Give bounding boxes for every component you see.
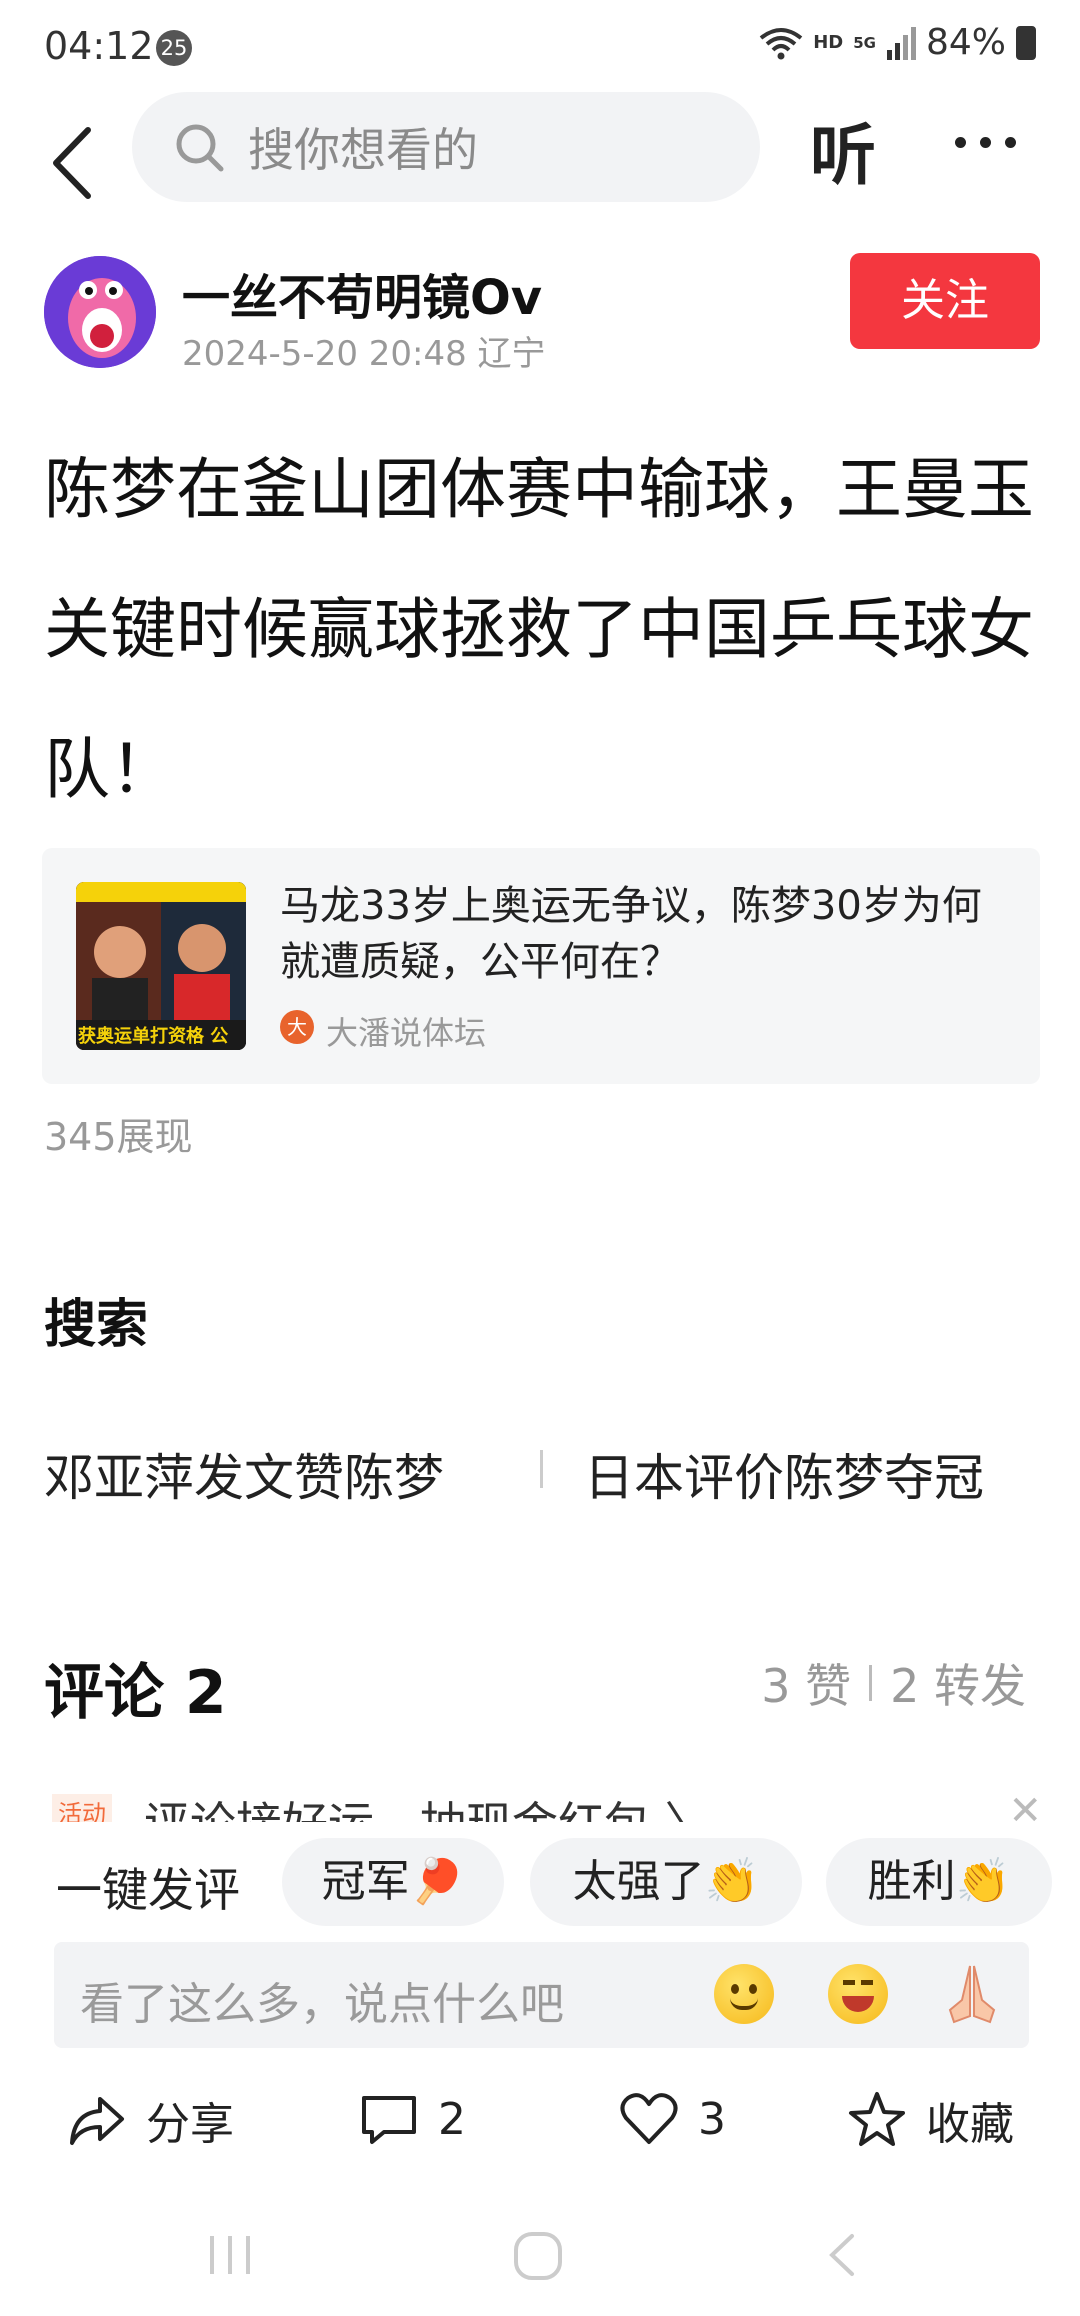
likes-stat[interactable]: 3 赞 (761, 1650, 851, 1716)
search-placeholder: 搜你想看的 (248, 123, 478, 177)
network-indicator: 5G (853, 33, 876, 52)
laugh-emoji-icon[interactable] (828, 1964, 888, 2024)
card-thumbnail: 获奥运单打资格 公 (76, 882, 246, 1050)
thumbnail-caption: 获奥运单打资格 公 (78, 1026, 229, 1047)
share-button[interactable]: 分享 (66, 2088, 234, 2152)
comment-button[interactable]: 2 (358, 2088, 466, 2150)
card-source: 大潘说体坛 (326, 1014, 487, 1052)
favorite-label: 收藏 (926, 2099, 1014, 2150)
pray-emoji-icon[interactable] (940, 1960, 1004, 2026)
more-dot-icon (980, 136, 991, 148)
heart-icon (620, 2093, 678, 2144)
author-header: 一丝不苟明镜Ov 2024-5-20 20:48 辽宁 关注 (0, 250, 1080, 380)
search-section-heading: 搜索 (44, 1295, 149, 1355)
suggestion-divider (540, 1450, 543, 1488)
search-suggestion[interactable]: 日本评价陈梦夺冠 (584, 1438, 984, 1510)
battery-icon (1016, 25, 1036, 60)
emoji-mouth (730, 1998, 758, 2010)
source-logo-icon: 大 (280, 1010, 314, 1044)
top-bar: 搜你想看的 听 (0, 92, 1080, 240)
comment-placeholder: 看了这么多，说点什么吧 (80, 1979, 564, 2030)
status-bar: 04:12 25 HD 5G 84% (0, 0, 1080, 92)
quick-comment-chip[interactable]: 太强了👏 (530, 1838, 802, 1926)
more-dot-icon (955, 136, 966, 148)
back-arrow-icon (53, 127, 91, 199)
stats-divider (869, 1665, 873, 1701)
system-navigation-bar (0, 2190, 1080, 2316)
status-right: HD 5G 84% (759, 22, 1036, 63)
favorite-button[interactable]: 收藏 (846, 2088, 1014, 2152)
author-name[interactable]: 一丝不苟明镜Ov (182, 258, 542, 328)
recent-apps-icon[interactable] (206, 2230, 256, 2280)
promo-text: 评论接好运，抽现金红包 〉 (144, 1788, 711, 1822)
article-title: 陈梦在釜山团体赛中输球，王曼玉关键时候赢球拯救了中国乒乓球女队！ (44, 451, 1034, 808)
search-input[interactable]: 搜你想看的 (132, 92, 760, 202)
follow-button[interactable]: 关注 (850, 253, 1040, 349)
share-label: 分享 (146, 2099, 234, 2150)
bottom-action-bar: 分享 2 3 收藏 (0, 2070, 1080, 2170)
wifi-icon (759, 27, 803, 59)
star-icon (849, 2092, 905, 2146)
reposts-stat[interactable]: 2 转发 (890, 1650, 1026, 1716)
comment-input[interactable]: 看了这么多，说点什么吧 (54, 1942, 1029, 2048)
share-icon (70, 2097, 124, 2145)
like-count: 3 (698, 2093, 726, 2145)
home-icon[interactable] (510, 2228, 566, 2284)
hd-indicator: HD (813, 32, 844, 53)
notification-badge: 25 (156, 30, 192, 66)
quick-comment-row: 一键发评 冠军🏓 太强了👏 胜利👏 (0, 1830, 1080, 1934)
battery-percent: 84% (925, 22, 1006, 63)
comments-title: 评论 2 (44, 1658, 227, 1728)
comment-icon (362, 2096, 416, 2144)
avatar[interactable] (44, 256, 156, 368)
emoji-eye (749, 1984, 757, 1994)
comments-stats: 3 赞 2 转发 (761, 1650, 1026, 1716)
view-count: 345展现 (44, 1115, 193, 1159)
avatar-illustration (44, 256, 156, 368)
comment-promo-banner[interactable]: 活动 评论接好运，抽现金红包 〉 ✕ (52, 1788, 1042, 1822)
card-title: 马龙33岁上奥运无争议，陈梦30岁为何就遭质疑，公平何在？ (280, 883, 982, 985)
smile-emoji-icon[interactable] (714, 1964, 774, 2024)
search-icon (176, 124, 224, 172)
close-icon[interactable]: ✕ (1008, 1788, 1042, 1822)
post-meta: 2024-5-20 20:48 辽宁 (182, 334, 546, 374)
related-article-card[interactable]: 获奥运单打资格 公 马龙33岁上奥运无争议，陈梦30岁为何就遭质疑，公平何在？ … (42, 848, 1040, 1084)
emoji-eye (861, 1980, 873, 1985)
back-nav-icon[interactable] (822, 2230, 862, 2280)
more-dot-icon (1005, 136, 1016, 148)
quick-comment-chip[interactable]: 胜利👏 (826, 1838, 1052, 1926)
emoji-eye (843, 1980, 855, 1985)
more-options-button[interactable] (955, 112, 1035, 172)
promo-tag: 活动 (52, 1794, 112, 1822)
status-time: 04:12 (44, 24, 154, 68)
like-button[interactable]: 3 (618, 2088, 726, 2150)
signal-icon (886, 26, 916, 60)
listen-button[interactable]: 听 (810, 102, 876, 198)
search-suggestion[interactable]: 邓亚萍发文赞陈梦 (44, 1438, 444, 1510)
emoji-mouth (842, 1996, 874, 2012)
emoji-eye (731, 1984, 739, 1994)
quick-comment-label: 一键发评 (56, 1863, 240, 1917)
quick-comment-chip[interactable]: 冠军🏓 (282, 1838, 504, 1926)
comment-count: 2 (438, 2093, 466, 2145)
back-button[interactable] (38, 108, 108, 218)
